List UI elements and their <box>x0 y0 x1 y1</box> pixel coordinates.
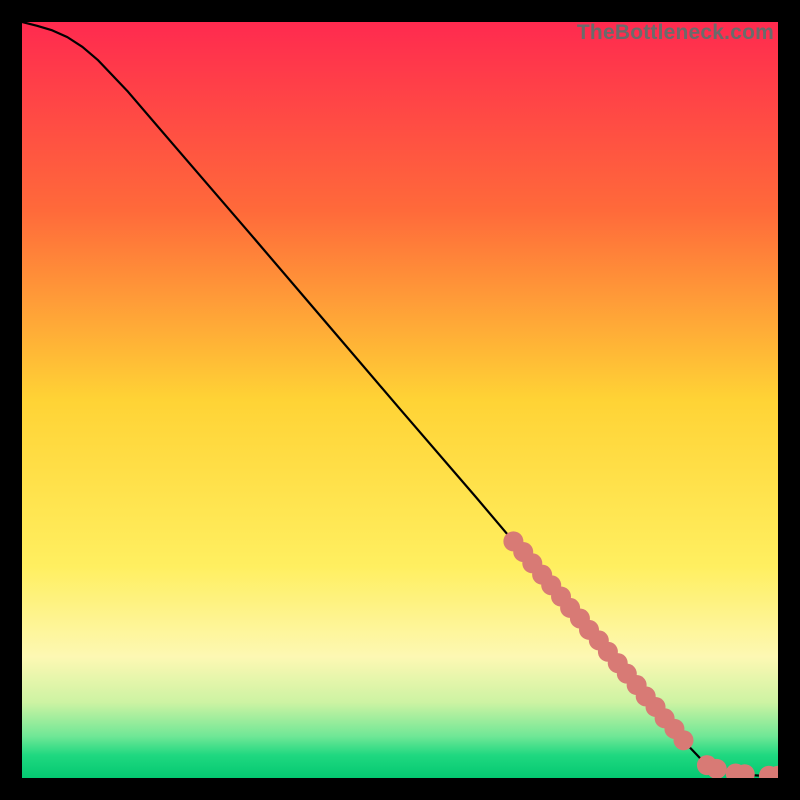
chart-background <box>22 22 778 778</box>
data-point <box>674 730 694 750</box>
chart-svg <box>22 22 778 778</box>
chart-frame: TheBottleneck.com <box>22 22 778 778</box>
watermark-text: TheBottleneck.com <box>577 22 774 43</box>
data-point <box>707 759 727 778</box>
